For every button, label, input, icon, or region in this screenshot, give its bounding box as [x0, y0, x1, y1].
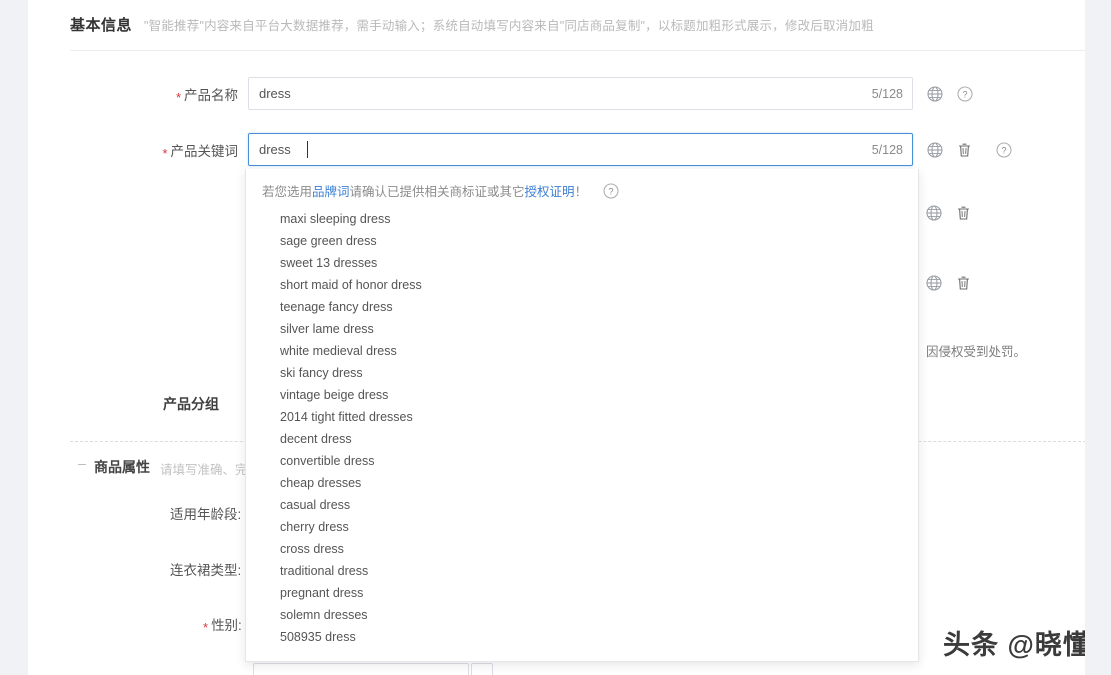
- svg-text:?: ?: [609, 186, 614, 196]
- tip-suffix: ！: [574, 185, 588, 199]
- required-star-gender: *: [203, 620, 209, 635]
- age-range-label: 适用年龄段:: [170, 507, 242, 522]
- globe-icon[interactable]: [926, 141, 943, 158]
- bottom-partial-input-secondary[interactable]: [471, 663, 493, 675]
- tip-prefix: 若您选用: [262, 185, 313, 199]
- suggestion-item[interactable]: ski fancy dress: [246, 362, 918, 384]
- section-title: 基本信息: [70, 17, 133, 34]
- product-name-input[interactable]: [248, 77, 913, 110]
- product-keyword-input-wrap: 5/128: [248, 133, 913, 166]
- suggestion-item[interactable]: maxi sleeping dress: [246, 208, 918, 230]
- product-name-label: 产品名称: [184, 87, 238, 103]
- suggestion-item[interactable]: convertible dress: [246, 450, 918, 472]
- product-keyword-label: 产品关键词: [170, 143, 239, 159]
- globe-icon[interactable]: [925, 274, 942, 291]
- suggestion-item[interactable]: cross dress: [246, 538, 918, 560]
- help-circle-icon[interactable]: ?: [995, 141, 1012, 158]
- collapse-toggle-icon[interactable]: [78, 464, 86, 465]
- product-keyword-input[interactable]: [248, 133, 913, 166]
- attributes-hint: 请填写准确、完: [160, 463, 248, 477]
- page-root: 基本信息 "智能推荐"内容来自平台大数据推荐，需手动输入；系统自动填写内容来自"…: [0, 0, 1111, 675]
- suggestion-item[interactable]: 2014 tight fitted dresses: [246, 406, 918, 428]
- trash-icon[interactable]: [956, 141, 973, 158]
- gender-label: 性别:: [211, 618, 242, 633]
- suggestion-item[interactable]: short maid of honor dress: [246, 274, 918, 296]
- suggestion-item[interactable]: casual dress: [246, 494, 918, 516]
- product-keyword-row-icons: ?: [926, 141, 1012, 158]
- suggestion-item[interactable]: pregnant dress: [246, 582, 918, 604]
- product-name-label-wrap: * 产品名称: [158, 84, 248, 105]
- product-group-label: 产品分组: [163, 396, 219, 412]
- required-star-product-keyword: *: [162, 145, 168, 161]
- suggestion-item[interactable]: cheap dresses: [246, 472, 918, 494]
- suggestion-item[interactable]: cherry dress: [246, 516, 918, 538]
- suggestion-item[interactable]: vintage beige dress: [246, 384, 918, 406]
- required-star-product-name: *: [175, 89, 181, 105]
- gender-label-wrap: * 性别:: [203, 614, 242, 635]
- authorization-proof-link[interactable]: 授权证明: [525, 181, 575, 200]
- row-product-keyword: *产品关键词 5/128 ?: [158, 133, 1012, 166]
- tip-middle: 请确认已提供相关商标证或其它: [349, 185, 525, 199]
- product-keyword-label-wrap: * 产品关键词: [158, 140, 248, 161]
- row-product-name: *产品名称 5/128 ?: [158, 77, 973, 110]
- product-name-row-icons: ?: [926, 85, 973, 102]
- suggestion-tip: 若您选用 品牌词 请确认已提供相关商标证或其它 授权证明！ ?: [246, 169, 918, 208]
- keyword-suggestion-dropdown: 若您选用 品牌词 请确认已提供相关商标证或其它 授权证明！ ? maxi sleepi…: [245, 169, 919, 662]
- suggestion-item[interactable]: sage green dress: [246, 230, 918, 252]
- help-circle-icon[interactable]: ?: [603, 182, 619, 199]
- dress-type-label: 连衣裙类型:: [170, 563, 242, 578]
- attributes-label: 商品属性: [94, 459, 150, 475]
- brand-word-link[interactable]: 品牌词: [312, 181, 350, 200]
- content-panel: 基本信息 "智能推荐"内容来自平台大数据推荐，需手动输入；系统自动填写内容来自"…: [28, 0, 1111, 675]
- row-icons-hidden-1: [925, 204, 972, 221]
- suggestion-item[interactable]: decent dress: [246, 428, 918, 450]
- suggestion-item[interactable]: teenage fancy dress: [246, 296, 918, 318]
- section-note: "智能推荐"内容来自平台大数据推荐，需手动输入；系统自动填写内容来自"同店商品复…: [144, 19, 874, 33]
- trash-icon[interactable]: [955, 204, 972, 221]
- suggestion-list: maxi sleeping dress sage green dress sweet…: [246, 208, 918, 648]
- help-circle-icon[interactable]: ?: [956, 85, 973, 102]
- svg-text:?: ?: [1001, 145, 1006, 155]
- bottom-partial-input[interactable]: [253, 663, 469, 675]
- globe-icon[interactable]: [926, 85, 943, 102]
- text-caret: [307, 141, 308, 158]
- svg-text:?: ?: [962, 89, 967, 99]
- suggestion-item[interactable]: white medieval dress: [246, 340, 918, 362]
- panel-right-margin: [1085, 0, 1111, 675]
- globe-icon[interactable]: [925, 204, 942, 221]
- suggestion-item[interactable]: sweet 13 dresses: [246, 252, 918, 274]
- section-header: 基本信息 "智能推荐"内容来自平台大数据推荐，需手动输入；系统自动填写内容来自"…: [70, 14, 874, 35]
- trash-icon[interactable]: [955, 274, 972, 291]
- row-icons-hidden-2: [925, 274, 972, 291]
- suggestion-item[interactable]: 508935 dress: [246, 626, 918, 648]
- section-divider: [70, 50, 1091, 51]
- infringement-note: 因侵权受到处罚。: [926, 345, 1027, 359]
- suggestion-item[interactable]: traditional dress: [246, 560, 918, 582]
- product-name-input-wrap: 5/128: [248, 77, 913, 110]
- suggestion-item[interactable]: solemn dresses: [246, 604, 918, 626]
- suggestion-item[interactable]: silver lame dress: [246, 318, 918, 340]
